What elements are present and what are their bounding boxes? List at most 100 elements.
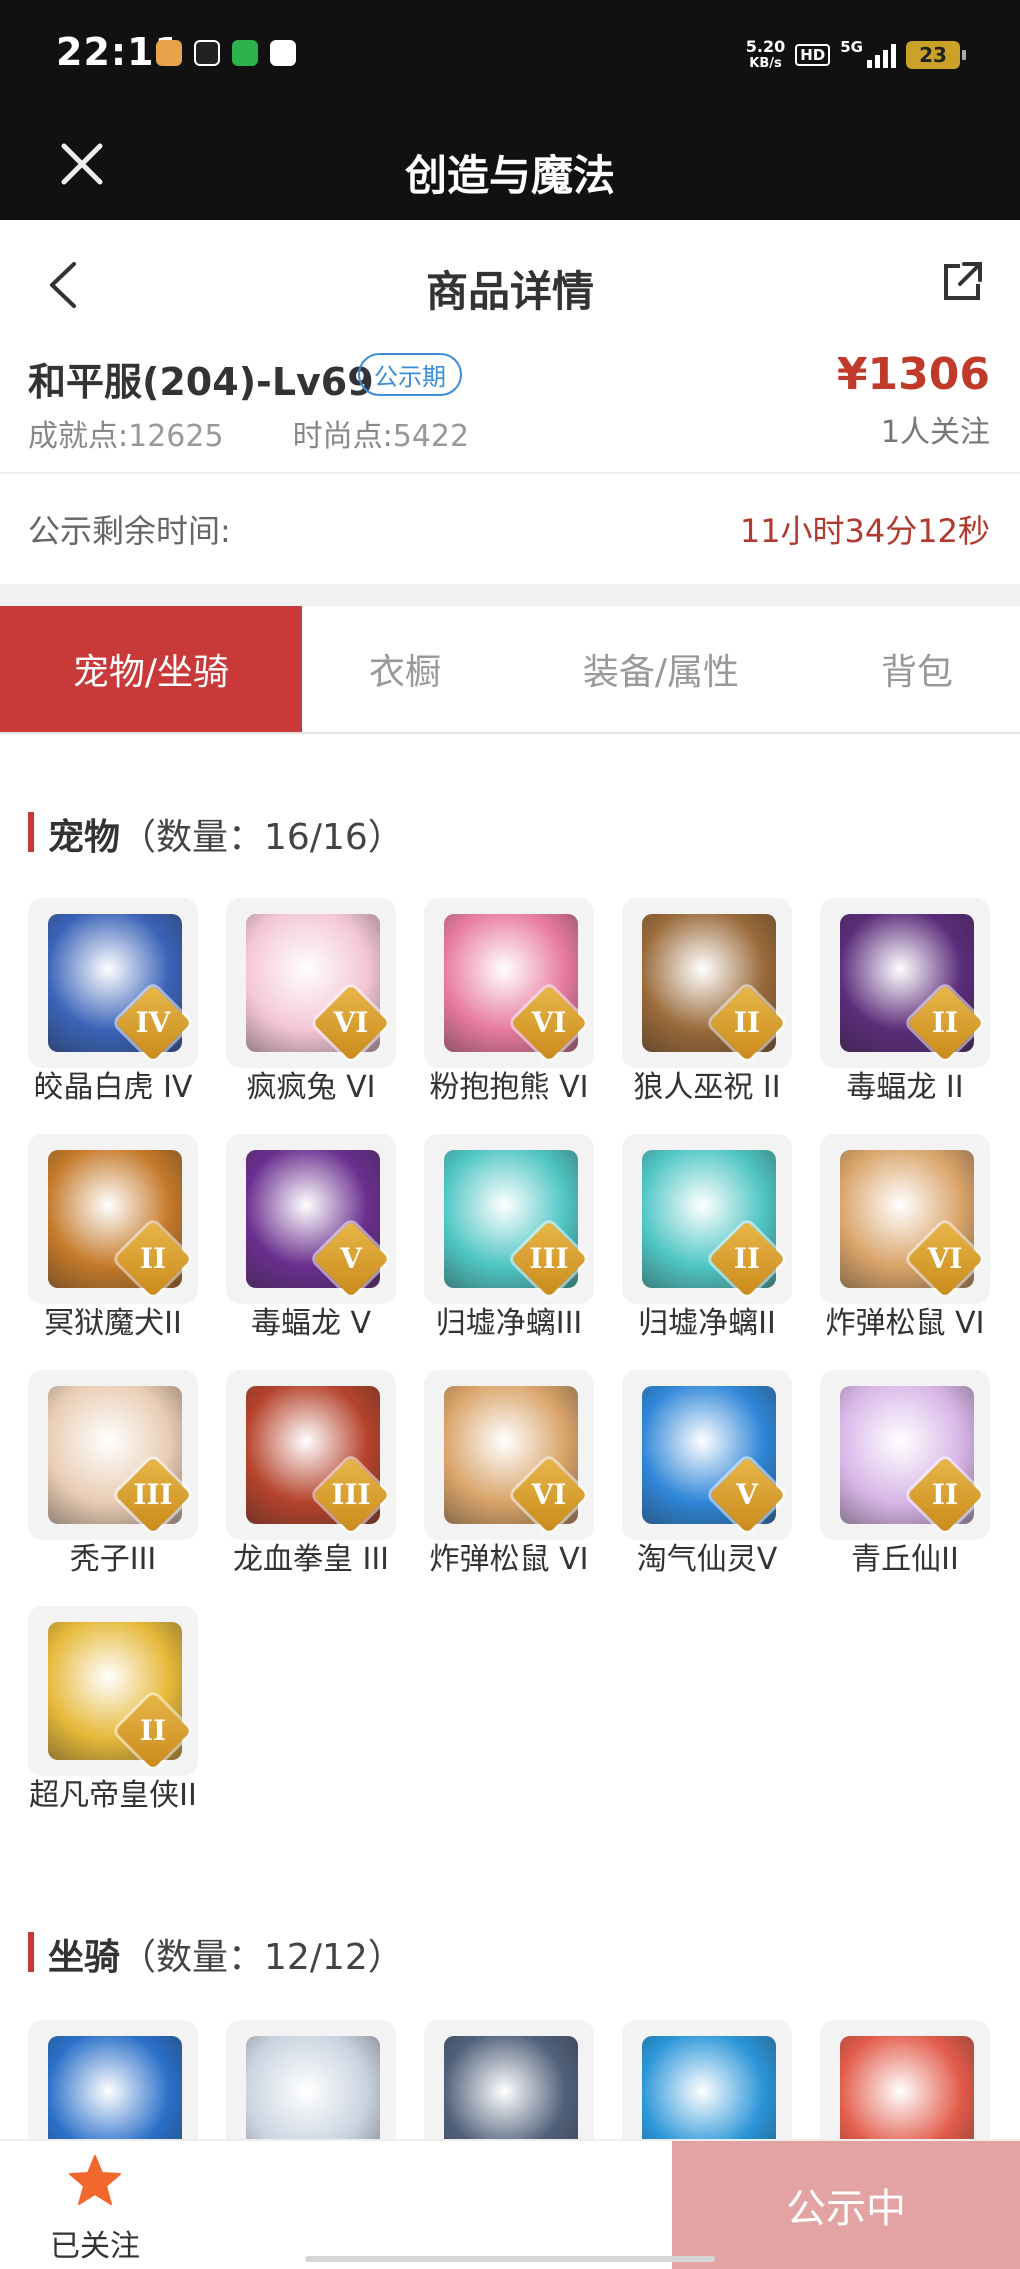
pet-item[interactable]: VI 炸弹松鼠 VI xyxy=(424,1370,594,1578)
pet-name: 狼人巫祝 II xyxy=(633,1070,781,1105)
pet-thumbnail: VI xyxy=(424,1370,594,1540)
pet-thumbnail: II xyxy=(622,1134,792,1304)
pet-item[interactable]: III 龙血拳皇 III xyxy=(226,1370,396,1578)
bottom-bar: 已关注 公示中 xyxy=(0,2139,1020,2269)
achievement-value: 12625 xyxy=(128,419,224,454)
rank-label: V xyxy=(340,1242,362,1275)
pet-item[interactable]: II 狼人巫祝 II xyxy=(622,898,792,1106)
pet-name: 毒蝠龙 II xyxy=(846,1070,964,1105)
pet-thumbnail: II xyxy=(622,898,792,1068)
follow-button[interactable]: 已关注 xyxy=(40,2153,150,2265)
rank-label: II xyxy=(139,1714,167,1747)
pet-name: 炸弹松鼠 VI xyxy=(825,1306,985,1341)
mount-thumbnail xyxy=(820,2020,990,2139)
pet-item[interactable]: V 毒蝠龙 V xyxy=(226,1134,396,1342)
app-notification-icon xyxy=(156,40,182,66)
red-fish-icon xyxy=(840,2036,974,2139)
battery-icon: 23 xyxy=(906,41,966,69)
pet-item[interactable]: VI 粉抱抱熊 VI xyxy=(424,898,594,1106)
pet-item[interactable]: VI 疯疯兔 VI xyxy=(226,898,396,1106)
rank-label: III xyxy=(133,1478,173,1511)
pet-name: 皎晶白虎 IV xyxy=(33,1070,193,1105)
rank-badge: VI xyxy=(906,1220,984,1298)
mount-grid xyxy=(28,2020,998,2139)
mount-item[interactable] xyxy=(820,2020,990,2139)
follow-label: 已关注 xyxy=(50,2229,140,2264)
mount-thumbnail xyxy=(28,2020,198,2139)
section-gap xyxy=(0,584,1020,606)
rank-badge: VI xyxy=(312,984,390,1062)
rank-badge: VI xyxy=(510,1456,588,1534)
follower-count: 1人关注 xyxy=(880,415,990,450)
pet-name: 粉抱抱熊 VI xyxy=(429,1070,589,1105)
price: ¥1306 xyxy=(836,349,990,400)
pet-thumbnail: II xyxy=(28,1606,198,1776)
app-title-bar: 创造与魔法 xyxy=(0,112,1020,220)
rank-label: VI xyxy=(531,1006,567,1039)
pet-name: 炸弹松鼠 VI xyxy=(429,1542,589,1577)
pet-item[interactable]: II 冥狱魔犬II xyxy=(28,1134,198,1342)
pet-thumbnail: II xyxy=(820,1370,990,1540)
pet-item[interactable]: II 超凡帝皇侠II xyxy=(28,1606,198,1814)
azure-dragon-icon xyxy=(642,2036,776,2139)
pet-name: 龙血拳皇 III xyxy=(232,1542,390,1577)
rank-label: II xyxy=(931,1006,959,1039)
rank-label: VI xyxy=(531,1478,567,1511)
pet-item[interactable]: II 归墟净螭II xyxy=(622,1134,792,1342)
pet-name: 毒蝠龙 V xyxy=(250,1306,372,1341)
pet-thumbnail: VI xyxy=(226,898,396,1068)
pet-thumbnail: III xyxy=(424,1134,594,1304)
pet-item[interactable]: III 秃子III xyxy=(28,1370,198,1578)
blue-dragon-icon xyxy=(48,2036,182,2139)
mount-item[interactable] xyxy=(622,2020,792,2139)
rank-badge: II xyxy=(708,1220,786,1298)
white-beast-icon xyxy=(246,2036,380,2139)
rank-badge: II xyxy=(708,984,786,1062)
network-type: 5G xyxy=(840,38,863,56)
signal-icon xyxy=(867,42,896,68)
notification-icons xyxy=(156,40,296,66)
stats-line: 成就点:12625 时尚点:5422 xyxy=(28,411,469,455)
tab-backpack[interactable]: 背包 xyxy=(814,606,1020,732)
pet-item[interactable]: VI 炸弹松鼠 VI xyxy=(820,1134,990,1342)
pet-thumbnail: III xyxy=(226,1370,396,1540)
rank-badge: IV xyxy=(114,984,192,1062)
rank-label: III xyxy=(529,1242,569,1275)
rank-badge: II xyxy=(906,984,984,1062)
rank-label: VI xyxy=(927,1242,963,1275)
mount-thumbnail xyxy=(226,2020,396,2139)
app-title: 创造与魔法 xyxy=(404,151,615,200)
rank-badge: VI xyxy=(510,984,588,1062)
pet-item[interactable]: III 归墟净螭III xyxy=(424,1134,594,1342)
music-icon xyxy=(232,40,258,66)
mount-thumbnail xyxy=(424,2020,594,2139)
network-speed: 5.20 KB/s xyxy=(746,38,785,72)
publicity-button[interactable]: 公示中 xyxy=(672,2141,1020,2269)
mount-item[interactable] xyxy=(424,2020,594,2139)
pet-thumbnail: IV xyxy=(28,898,198,1068)
mount-item[interactable] xyxy=(226,2020,396,2139)
rank-badge: II xyxy=(114,1692,192,1770)
pet-thumbnail: VI xyxy=(820,1134,990,1304)
mount-item[interactable] xyxy=(28,2020,198,2139)
rank-badge: III xyxy=(114,1456,192,1534)
pet-item[interactable]: II 毒蝠龙 II xyxy=(820,898,990,1106)
rank-label: II xyxy=(139,1242,167,1275)
tab-equipment[interactable]: 装备/属性 xyxy=(508,606,814,732)
tab-bar: 宠物/坐骑 衣橱 装备/属性 背包 xyxy=(0,606,1020,734)
pet-item[interactable]: V 淘气仙灵V xyxy=(622,1370,792,1578)
pet-item[interactable]: IV 皎晶白虎 IV xyxy=(28,898,198,1106)
rank-label: II xyxy=(733,1006,761,1039)
tab-pets-mounts[interactable]: 宠物/坐骑 xyxy=(0,606,302,732)
rank-badge: V xyxy=(312,1220,390,1298)
pet-item[interactable]: II 青丘仙II xyxy=(820,1370,990,1578)
server-name: 和平服(204)-Lv69 xyxy=(28,360,374,404)
countdown-row: 公示剩余时间: 11小时34分12秒 xyxy=(0,474,1020,584)
rank-badge: II xyxy=(114,1220,192,1298)
tab-wardrobe[interactable]: 衣橱 xyxy=(302,606,508,732)
status-right: 5.20 KB/s HD 5G 23 xyxy=(746,38,966,72)
mounts-title: 坐骑 xyxy=(48,1937,121,1978)
share-icon[interactable] xyxy=(940,260,984,304)
home-indicator xyxy=(305,2256,715,2262)
pet-thumbnail: VI xyxy=(424,898,594,1068)
